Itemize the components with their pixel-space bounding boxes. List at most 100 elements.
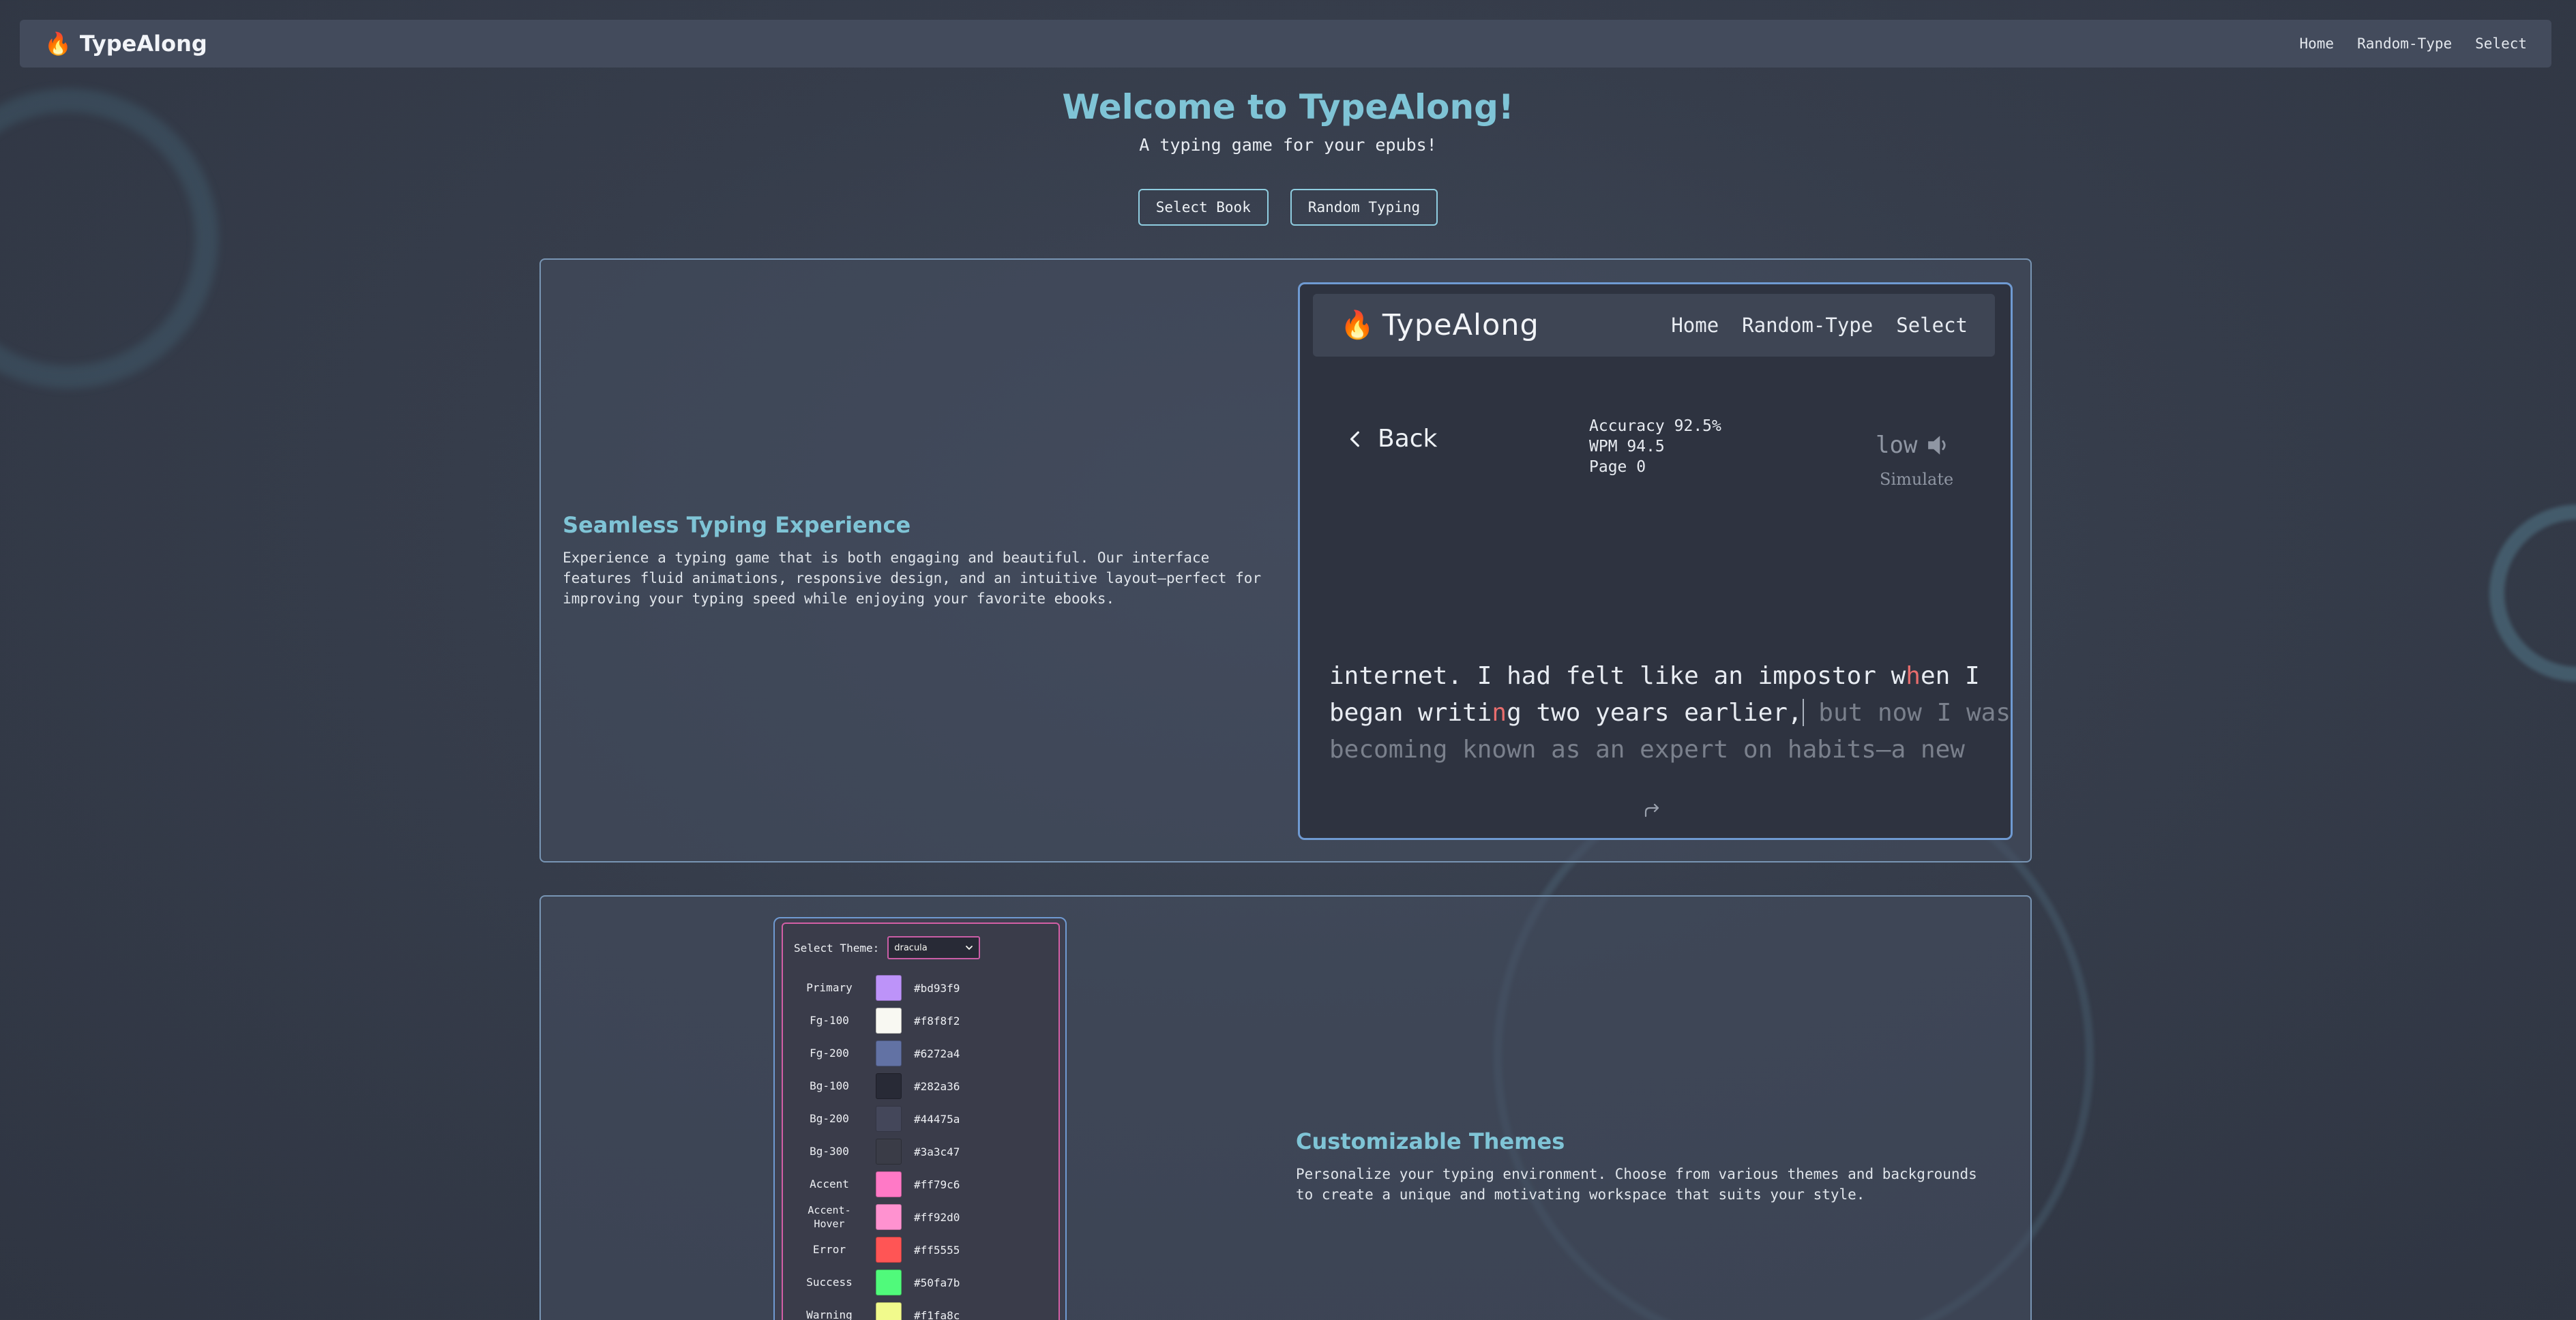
nav-links: Home Random-Type Select bbox=[2299, 35, 2527, 52]
redo-icon[interactable] bbox=[1640, 800, 1663, 823]
color-swatch[interactable] bbox=[876, 975, 902, 1001]
select-book-button[interactable]: Select Book bbox=[1138, 189, 1269, 226]
back-button[interactable]: Back bbox=[1346, 425, 1437, 453]
passage-line: began writing two years earlier, but now… bbox=[1329, 695, 2011, 732]
color-name: Bg-100 bbox=[810, 1079, 849, 1092]
theme-dropdown[interactable]: dracula bbox=[887, 936, 981, 959]
nav-link-select[interactable]: Select bbox=[2475, 35, 2527, 52]
wpm-stat: WPM 94.5 bbox=[1589, 438, 1665, 455]
navbar: 🔥 TypeAlong Home Random-Type Select bbox=[20, 20, 2551, 68]
color-hex: #bd93f9 bbox=[914, 981, 960, 995]
theme-panel-inner: Select Theme: dracula Primary #bd93f9 Fg-1… bbox=[782, 922, 1060, 1320]
theme-color-row: Warning #f1fa8c bbox=[783, 1299, 1056, 1320]
color-name: Error bbox=[812, 1243, 846, 1256]
feature-text: Customizable Themes Personalize your typ… bbox=[1296, 1128, 1992, 1205]
color-hex: #ff5555 bbox=[914, 1243, 960, 1257]
color-name: Bg-200 bbox=[810, 1112, 849, 1125]
color-name: Bg-300 bbox=[810, 1145, 849, 1158]
preview-brand-name: TypeAlong bbox=[1382, 308, 1539, 342]
feature-title: Seamless Typing Experience bbox=[563, 512, 911, 538]
speaker-icon bbox=[1928, 436, 1946, 455]
theme-color-row: Accent #ff79c6 bbox=[783, 1168, 1056, 1201]
app-preview: 🔥 TypeAlong Home Random-Type Select Back… bbox=[1298, 282, 2013, 840]
typing-passage[interactable]: internet. I had felt like an impostor wh… bbox=[1329, 658, 2011, 768]
color-name: Primary bbox=[806, 981, 853, 994]
feature-description: Experience a typing game that is both en… bbox=[563, 550, 1262, 607]
color-name: Accent bbox=[810, 1178, 849, 1190]
brand[interactable]: 🔥 TypeAlong bbox=[44, 31, 207, 57]
theme-panel: Select Theme: dracula Primary #bd93f9 Fg-1… bbox=[773, 917, 1067, 1320]
color-swatch[interactable] bbox=[876, 1171, 902, 1197]
color-name: Fg-200 bbox=[810, 1047, 849, 1060]
theme-color-row: Success #50fa7b bbox=[783, 1266, 1056, 1299]
color-swatch[interactable] bbox=[876, 1040, 902, 1066]
random-typing-button[interactable]: Random Typing bbox=[1290, 189, 1438, 226]
simulate-button[interactable]: Simulate bbox=[1880, 470, 1953, 489]
color-swatch[interactable] bbox=[876, 1302, 902, 1320]
page-subtitle: A typing game for your epubs! bbox=[1139, 135, 1437, 155]
typed-text: en I bbox=[1920, 662, 1980, 690]
preview-nav-link-select[interactable]: Select bbox=[1896, 314, 1968, 337]
typed-text: began writi bbox=[1329, 699, 1492, 727]
typed-text: internet. I had felt like an impostor w bbox=[1329, 662, 1906, 690]
sound-toggle[interactable]: low bbox=[1876, 432, 1951, 459]
color-swatch[interactable] bbox=[876, 1204, 902, 1230]
color-hex: #50fa7b bbox=[914, 1276, 960, 1289]
sound-level: low bbox=[1876, 432, 1918, 459]
page-stat: Page 0 bbox=[1589, 458, 1646, 476]
theme-color-row: Fg-200 #6272a4 bbox=[783, 1037, 1056, 1070]
background-ring bbox=[0, 89, 218, 389]
color-hex: #f1fa8c bbox=[914, 1308, 960, 1320]
color-swatch[interactable] bbox=[876, 1073, 902, 1099]
feature-customizable-themes: Select Theme: dracula Primary #bd93f9 Fg-1… bbox=[539, 895, 2032, 1320]
typing-stats: Accuracy 92.5% WPM 94.5 Page 0 bbox=[1589, 416, 1721, 477]
theme-color-row: Bg-200 #44475a bbox=[783, 1102, 1056, 1135]
theme-color-row: Primary #bd93f9 bbox=[783, 972, 1056, 1004]
accuracy-stat: Accuracy 92.5% bbox=[1589, 417, 1721, 435]
passage-line: internet. I had felt like an impostor wh… bbox=[1329, 658, 1984, 695]
chevron-down-icon bbox=[966, 946, 973, 950]
feature-text: Seamless Typing Experience Experience a … bbox=[563, 512, 1286, 609]
color-hex: #ff92d0 bbox=[914, 1210, 960, 1224]
theme-color-row: Bg-300 #3a3c47 bbox=[783, 1135, 1056, 1168]
untyped-text: but now I was bbox=[1803, 699, 2011, 727]
back-label: Back bbox=[1378, 425, 1438, 453]
color-swatch[interactable] bbox=[876, 1139, 902, 1165]
preview-nav-link-home[interactable]: Home bbox=[1671, 314, 1719, 337]
typed-text: g two years earlier, bbox=[1507, 699, 1803, 727]
theme-label: Select Theme: bbox=[794, 941, 880, 955]
feature-title: Customizable Themes bbox=[1296, 1128, 1565, 1154]
preview-navbar: 🔥 TypeAlong Home Random-Type Select bbox=[1313, 294, 1995, 357]
preview-brand[interactable]: 🔥 TypeAlong bbox=[1340, 308, 1539, 342]
untyped-text: becoming known as an expert on habits—a … bbox=[1329, 736, 1965, 764]
theme-selector: Select Theme: dracula bbox=[794, 936, 981, 959]
page-title: Welcome to TypeAlong! bbox=[1062, 87, 1514, 127]
background-ring bbox=[2489, 505, 2576, 682]
flame-icon: 🔥 bbox=[44, 31, 72, 57]
color-hex: #6272a4 bbox=[914, 1047, 960, 1060]
theme-color-row: Fg-100 #f8f8f2 bbox=[783, 1004, 1056, 1037]
theme-color-row: Accent-Hover #ff92d0 bbox=[783, 1201, 1056, 1233]
color-swatch[interactable] bbox=[876, 1237, 902, 1263]
hero-buttons: Select Book Random Typing bbox=[0, 189, 2576, 226]
preview-nav-links: Home Random-Type Select bbox=[1671, 314, 1968, 337]
color-hex: #f8f8f2 bbox=[914, 1014, 960, 1028]
color-hex: #ff79c6 bbox=[914, 1178, 960, 1191]
error-char: n bbox=[1492, 699, 1507, 727]
theme-color-row: Error #ff5555 bbox=[783, 1233, 1056, 1266]
color-swatch[interactable] bbox=[876, 1106, 902, 1132]
feature-typing-experience: Seamless Typing Experience Experience a … bbox=[539, 258, 2032, 862]
color-hex: #282a36 bbox=[914, 1079, 960, 1093]
preview-nav-link-random-type[interactable]: Random-Type bbox=[1742, 314, 1873, 337]
color-swatch[interactable] bbox=[876, 1270, 902, 1295]
color-name: Accent-Hover bbox=[808, 1204, 851, 1230]
color-swatch[interactable] bbox=[876, 1008, 902, 1034]
theme-color-list: Primary #bd93f9 Fg-100 #f8f8f2 Fg-200 #6272a4… bbox=[783, 972, 1056, 1320]
color-name: Success bbox=[806, 1276, 853, 1289]
nav-link-random-type[interactable]: Random-Type bbox=[2357, 35, 2452, 52]
color-hex: #3a3c47 bbox=[914, 1145, 960, 1158]
nav-link-home[interactable]: Home bbox=[2299, 35, 2334, 52]
color-name: Fg-100 bbox=[810, 1014, 849, 1027]
chevron-left-icon bbox=[1350, 431, 1359, 447]
color-name: Warning bbox=[806, 1308, 853, 1320]
